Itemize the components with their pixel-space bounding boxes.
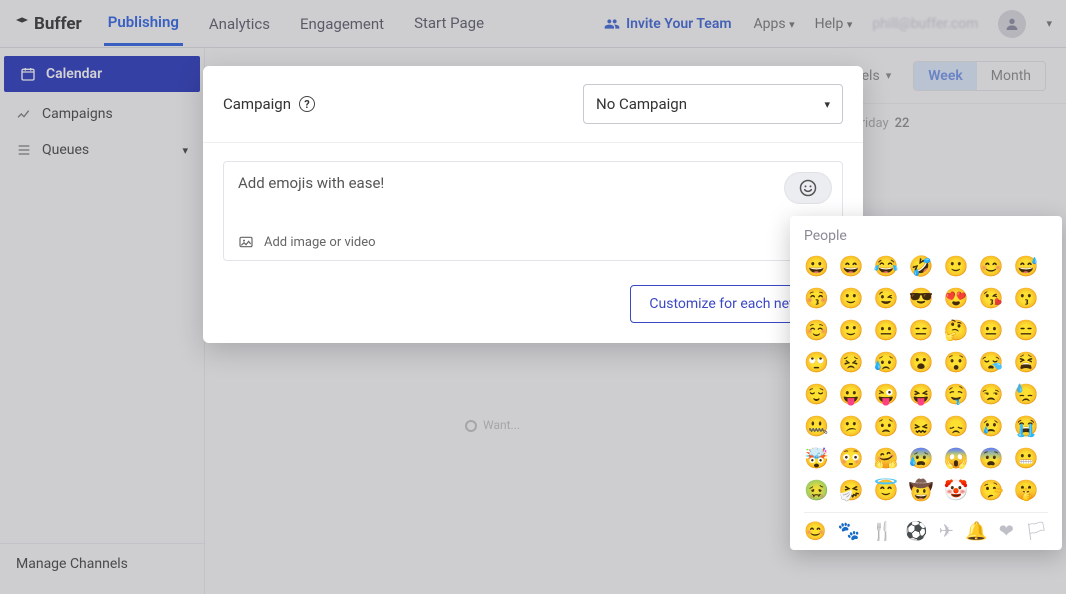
emoji-option[interactable]: 😮 bbox=[909, 350, 934, 374]
emoji-option[interactable]: 😞 bbox=[944, 414, 969, 438]
emoji-option[interactable]: 🙂 bbox=[839, 318, 864, 342]
emoji-tab[interactable]: ❤ bbox=[999, 521, 1014, 542]
campaign-label: Campaign bbox=[223, 95, 291, 113]
composer-text[interactable]: Add emojis with ease! bbox=[238, 174, 828, 214]
emoji-option[interactable]: 😉 bbox=[874, 286, 899, 310]
image-icon bbox=[238, 234, 254, 250]
emoji-option[interactable]: 😌 bbox=[804, 382, 829, 406]
composer-modal: Campaign ? No Campaign ▾ Add emojis with… bbox=[203, 66, 863, 343]
emoji-option[interactable]: 😓 bbox=[1013, 382, 1038, 406]
emoji-option[interactable]: ☺️ bbox=[804, 318, 829, 342]
emoji-tab[interactable]: 🐾 bbox=[838, 521, 860, 542]
emoji-option[interactable]: 😜 bbox=[874, 382, 899, 406]
help-icon[interactable]: ? bbox=[299, 96, 315, 112]
emoji-option[interactable]: 😐 bbox=[979, 318, 1004, 342]
campaign-label-group: Campaign ? bbox=[223, 95, 315, 113]
emoji-option[interactable]: 🤧 bbox=[839, 478, 864, 502]
emoji-option[interactable]: 🤫 bbox=[1013, 478, 1038, 502]
emoji-tab[interactable]: 🏳 bbox=[1025, 521, 1048, 542]
emoji-option[interactable]: 😒 bbox=[979, 382, 1004, 406]
emoji-option[interactable]: 🤥 bbox=[979, 478, 1004, 502]
emoji-option[interactable]: 😚 bbox=[804, 286, 829, 310]
campaign-select[interactable]: No Campaign ▾ bbox=[583, 84, 843, 124]
emoji-option[interactable]: 😪 bbox=[979, 350, 1004, 374]
emoji-option[interactable]: 😛 bbox=[839, 382, 864, 406]
emoji-option[interactable]: 😣 bbox=[839, 350, 864, 374]
emoji-option[interactable]: 😳 bbox=[839, 446, 864, 470]
emoji-option[interactable]: 😑 bbox=[1013, 318, 1038, 342]
campaign-select-value: No Campaign bbox=[596, 95, 687, 113]
emoji-option[interactable]: 😅 bbox=[1013, 254, 1038, 278]
emoji-option[interactable]: 😭 bbox=[1013, 414, 1038, 438]
composer-box[interactable]: Add emojis with ease! Add image or video bbox=[223, 161, 843, 261]
emoji-option[interactable]: 🙄 bbox=[804, 350, 829, 374]
emoji-option[interactable]: 😗 bbox=[1013, 286, 1038, 310]
chevron-down-icon: ▾ bbox=[824, 98, 830, 111]
emoji-option[interactable]: 😂 bbox=[874, 254, 899, 278]
smile-icon bbox=[798, 178, 818, 198]
add-media-row[interactable]: Add image or video bbox=[238, 234, 828, 250]
emoji-option[interactable]: 😄 bbox=[839, 254, 864, 278]
emoji-option[interactable]: 😖 bbox=[909, 414, 934, 438]
emoji-option[interactable]: 🙂 bbox=[944, 254, 969, 278]
modal-footer: Customize for each network bbox=[203, 275, 863, 343]
emoji-option[interactable]: 😇 bbox=[874, 478, 899, 502]
emoji-option[interactable]: 😯 bbox=[944, 350, 969, 374]
emoji-tab[interactable]: ⚽ bbox=[905, 521, 927, 542]
emoji-option[interactable]: 😑 bbox=[909, 318, 934, 342]
emoji-option[interactable]: 😊 bbox=[979, 254, 1004, 278]
emoji-option[interactable]: 😍 bbox=[944, 286, 969, 310]
emoji-option[interactable]: 🤯 bbox=[804, 446, 829, 470]
emoji-option[interactable]: 🤢 bbox=[804, 478, 829, 502]
emoji-option[interactable]: 😱 bbox=[944, 446, 969, 470]
emoji-option[interactable]: 😨 bbox=[979, 446, 1004, 470]
emoji-option[interactable]: 🤤 bbox=[944, 382, 969, 406]
emoji-option[interactable]: 🤣 bbox=[909, 254, 934, 278]
emoji-option[interactable]: 😀 bbox=[804, 254, 829, 278]
emoji-tab[interactable]: 🍴 bbox=[871, 521, 893, 542]
emoji-option[interactable]: 😝 bbox=[909, 382, 934, 406]
modal-header: Campaign ? No Campaign ▾ bbox=[203, 66, 863, 143]
emoji-option[interactable]: 😫 bbox=[1013, 350, 1038, 374]
emoji-option[interactable]: 🤡 bbox=[944, 478, 969, 502]
emoji-option[interactable]: 😰 bbox=[909, 446, 934, 470]
emoji-option[interactable]: 🤠 bbox=[909, 478, 934, 502]
emoji-option[interactable]: 😘 bbox=[979, 286, 1004, 310]
emoji-option[interactable]: 😟 bbox=[874, 414, 899, 438]
emoji-option[interactable]: 😢 bbox=[979, 414, 1004, 438]
emoji-tab[interactable]: ✈ bbox=[939, 521, 954, 542]
emoji-option[interactable]: 😎 bbox=[909, 286, 934, 310]
emoji-option[interactable]: 🙂 bbox=[839, 286, 864, 310]
emoji-option[interactable]: 😥 bbox=[874, 350, 899, 374]
emoji-option[interactable]: 😕 bbox=[839, 414, 864, 438]
emoji-toggle-button[interactable] bbox=[784, 172, 832, 204]
add-media-label: Add image or video bbox=[264, 235, 376, 250]
emoji-grid: 😀😄😂🤣🙂😊😅😆😚🙂😉😎😍😘😗😙☺️🙂😐😑🤔😐😑😶🙄😣😥😮😯😪😫😴😌😛😜😝🤤😒😓… bbox=[804, 254, 1048, 502]
emoji-option[interactable]: 🤐 bbox=[804, 414, 829, 438]
emoji-option[interactable]: 😬 bbox=[1013, 446, 1038, 470]
emoji-category-tabs: 😊 🐾 🍴 ⚽ ✈ 🔔 ❤ 🏳 bbox=[804, 512, 1048, 542]
emoji-tab[interactable]: 🔔 bbox=[965, 521, 987, 542]
emoji-option[interactable]: 🤔 bbox=[944, 318, 969, 342]
emoji-option[interactable]: 🤗 bbox=[874, 446, 899, 470]
emoji-option[interactable]: 😐 bbox=[874, 318, 899, 342]
emoji-tab[interactable]: 😊 bbox=[804, 521, 826, 542]
emoji-category-label: People bbox=[804, 228, 1048, 244]
emoji-picker: People 😀😄😂🤣🙂😊😅😆😚🙂😉😎😍😘😗😙☺️🙂😐😑🤔😐😑😶🙄😣😥😮😯😪😫😴… bbox=[790, 216, 1062, 550]
